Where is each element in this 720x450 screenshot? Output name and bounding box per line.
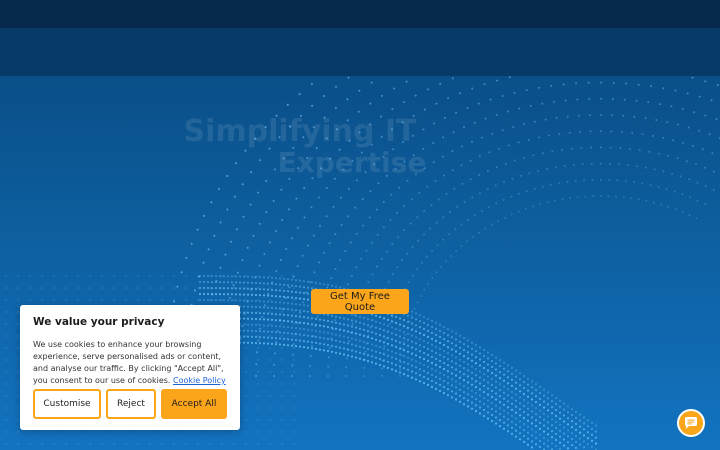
chat-widget-button[interactable] [677, 409, 705, 437]
customise-button[interactable]: Customise [33, 389, 101, 419]
reject-button[interactable]: Reject [106, 389, 156, 419]
cookie-policy-link[interactable]: Cookie Policy [173, 376, 226, 385]
hero-title-line-1: Simplifying IT [183, 114, 417, 149]
cookie-banner-title: We value your privacy [33, 316, 165, 328]
accept-all-button[interactable]: Accept All [161, 389, 227, 419]
get-free-quote-button[interactable]: Get My Free Quote [311, 289, 409, 314]
hero-title-line-2: Expertise [277, 146, 427, 179]
cookie-consent-banner: We value your privacy We use cookies to … [20, 305, 240, 430]
top-bar [0, 0, 720, 28]
cookie-button-row: Customise Reject Accept All [33, 389, 227, 420]
navigation-band [0, 28, 720, 76]
cookie-banner-text: We use cookies to enhance your browsing … [33, 339, 227, 387]
chat-bubble-icon [685, 417, 697, 429]
